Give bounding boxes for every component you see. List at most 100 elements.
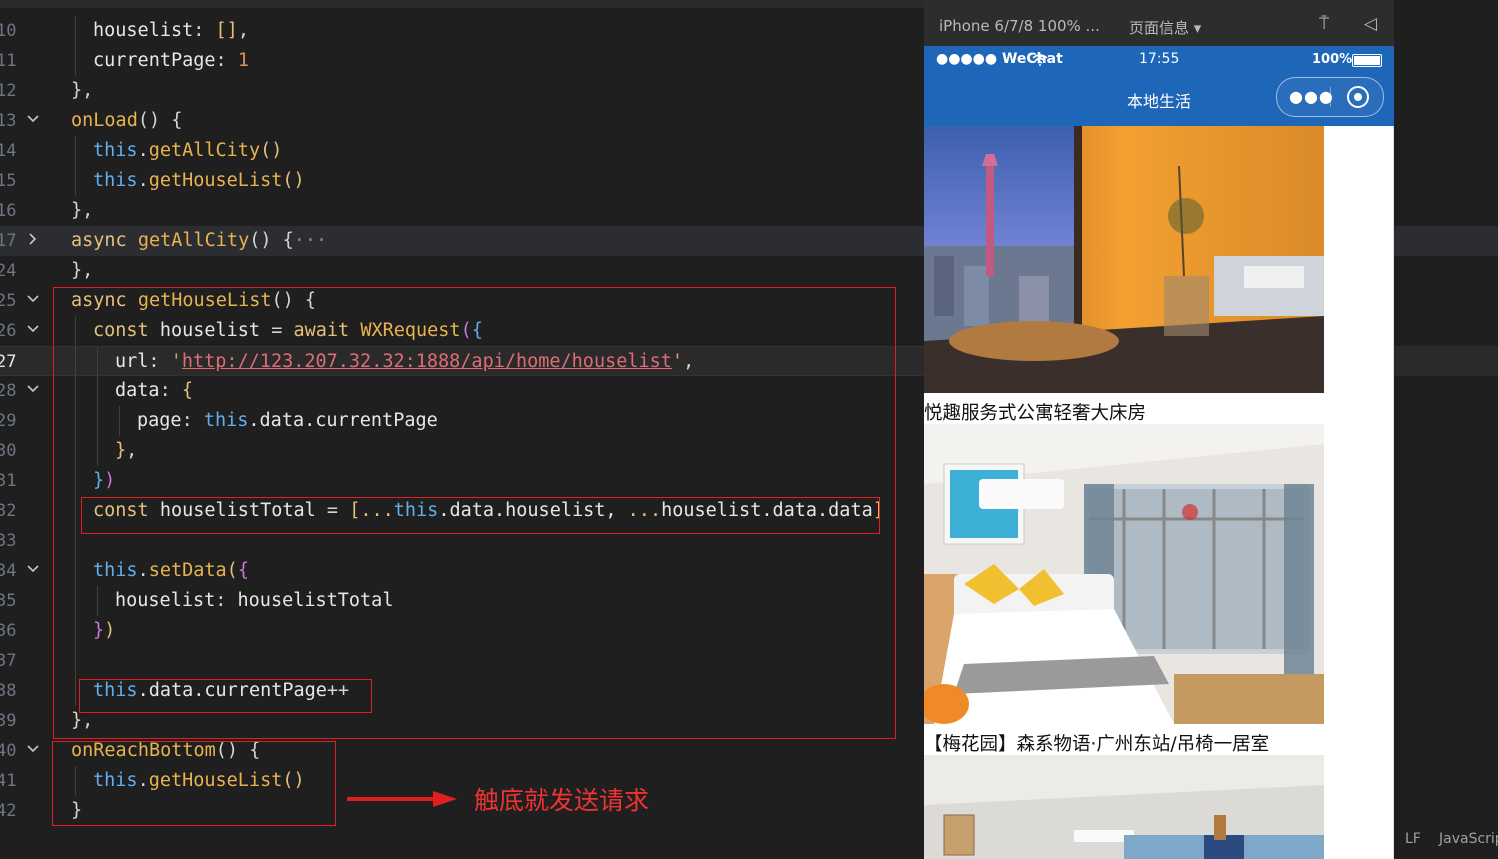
line-number: 15 <box>0 171 17 191</box>
line-number: 40 <box>0 741 17 761</box>
more-icon[interactable]: ●●● <box>1289 87 1334 106</box>
eol-indicator[interactable]: LF <box>1405 831 1421 847</box>
wechat-navbar: ●●●●● WeChat 17:55 100% 本地生活 ●●● <box>924 46 1394 126</box>
code-token: ist <box>159 20 194 41</box>
language-mode[interactable]: JavaScrip <box>1439 831 1498 847</box>
code-token: getHouseList <box>148 170 283 191</box>
code-token: }, <box>71 200 94 221</box>
code-token: () <box>260 140 283 161</box>
code-token: () { <box>137 110 183 131</box>
device-selector[interactable]: iPhone 6/7/8 100% ... <box>939 17 1100 35</box>
indent-guide <box>75 136 76 166</box>
line-number: 13 <box>0 111 17 131</box>
code-text: this.getHouseList() <box>93 166 305 196</box>
code-line[interactable]: 11 currentPage: 1 <box>0 46 924 76</box>
house-image[interactable] <box>924 126 1324 393</box>
fold-chevron-right-icon[interactable] <box>26 232 40 250</box>
code-text: }, <box>71 76 93 106</box>
line-number: 12 <box>0 81 17 101</box>
code-token: onLoad <box>71 110 138 131</box>
line-number: 17 <box>0 231 17 251</box>
code-editor[interactable]: 10 houselist: [], 11 currentPage: 1 12}, 13 on… <box>0 0 924 859</box>
line-number: 26 <box>0 321 17 341</box>
line-number: 16 <box>0 201 17 221</box>
indent-guide <box>75 46 76 76</box>
pin-icon[interactable]: ⍑ <box>1319 14 1329 34</box>
code-token: [] <box>215 20 238 41</box>
code-token: 1 <box>237 50 249 71</box>
line-number: 32 <box>0 501 17 521</box>
line-number: 39 <box>0 711 17 731</box>
indent-guide <box>75 166 76 196</box>
code-text: }, <box>71 256 93 286</box>
code-token: ··· <box>293 230 328 251</box>
code-token: getAllCity <box>148 140 261 161</box>
code-line[interactable]: 15 this.getHouseList() <box>0 166 924 196</box>
line-number: 14 <box>0 141 17 161</box>
line-number: 29 <box>0 411 17 431</box>
battery-percent: 100% <box>1312 52 1353 67</box>
highlight-box-onreachbottom <box>52 741 336 826</box>
line-number: 42 <box>0 801 17 821</box>
line-number: 36 <box>0 621 17 641</box>
code-line[interactable]: 17 async getAllCity() {··· <box>0 226 924 256</box>
battery-icon <box>1352 54 1382 67</box>
code-text: async getAllCity() {··· <box>71 226 327 256</box>
house-image[interactable] <box>924 424 1324 724</box>
code-line[interactable]: 24}, <box>0 256 924 286</box>
code-text: houselist: [], <box>93 16 249 46</box>
scroll-edge <box>1393 126 1394 859</box>
editor-statusbar: LF JavaScrip <box>1394 823 1498 859</box>
line-number: 33 <box>0 531 17 551</box>
page-info-dropdown[interactable]: 页面信息 ▾ <box>1129 17 1201 38</box>
line-number: 37 <box>0 651 17 671</box>
speaker-icon[interactable]: ◁ <box>1364 14 1377 34</box>
code-token: () <box>282 170 305 191</box>
fold-chevron-down-icon[interactable] <box>26 382 40 400</box>
capsule-menu[interactable]: ●●● <box>1276 77 1384 117</box>
code-text: onLoad() { <box>71 106 182 136</box>
code-line[interactable]: 14 this.getAllCity() <box>0 136 924 166</box>
code-token: housel <box>93 20 160 41</box>
code-text: this.getAllCity() <box>93 136 282 166</box>
line-number: 38 <box>0 681 17 701</box>
wifi-icon <box>1032 54 1048 66</box>
house-image[interactable] <box>924 755 1324 859</box>
code-token: () { <box>249 230 294 251</box>
code-token: }, <box>71 260 94 281</box>
code-line[interactable]: 16}, <box>0 196 924 226</box>
annotation-arrow <box>347 791 457 807</box>
code-line[interactable]: 10 houselist: [], <box>0 16 924 46</box>
code-token: getAllCity <box>137 230 250 251</box>
indent-guide <box>75 16 76 46</box>
fold-chevron-down-icon[interactable] <box>26 112 40 130</box>
line-number: 11 <box>0 51 17 71</box>
annotation-text: 触底就发送请求 <box>474 786 650 815</box>
line-number: 10 <box>0 21 17 41</box>
house-title[interactable]: 【梅花园】森系物语·广州东站/吊椅一居室 <box>924 730 1269 756</box>
code-text: currentPage: 1 <box>93 46 249 76</box>
simulator-toolbar: iPhone 6/7/8 100% ... 页面信息 ▾ ⍑ ◁ <box>924 0 1394 46</box>
code-line[interactable]: 13 onLoad() { <box>0 106 924 136</box>
line-number: 41 <box>0 771 17 791</box>
code-token: this <box>93 140 138 161</box>
line-number: 24 <box>0 261 17 281</box>
close-miniprogram-icon[interactable] <box>1347 86 1369 108</box>
fold-chevron-down-icon[interactable] <box>26 292 40 310</box>
line-number: 27 <box>0 352 17 372</box>
editor-top-edge <box>0 0 924 8</box>
line-number: 34 <box>0 561 17 581</box>
code-token: . <box>137 170 149 191</box>
wechat-simulator: iPhone 6/7/8 100% ... 页面信息 ▾ ⍑ ◁ ●●●●● W… <box>924 0 1394 859</box>
code-token: : <box>215 50 238 71</box>
code-token: this <box>93 170 138 191</box>
editor-right-strip <box>1394 0 1498 823</box>
fold-chevron-down-icon[interactable] <box>26 322 40 340</box>
highlight-box-currentpage <box>79 679 372 713</box>
code-token: }, <box>71 80 94 101</box>
code-line[interactable]: 12}, <box>0 76 924 106</box>
fold-chevron-down-icon[interactable] <box>26 742 40 760</box>
house-title[interactable]: 悦趣服务式公寓轻奢大床房 <box>924 399 1146 425</box>
code-token: async <box>71 230 138 251</box>
fold-chevron-down-icon[interactable] <box>26 562 40 580</box>
